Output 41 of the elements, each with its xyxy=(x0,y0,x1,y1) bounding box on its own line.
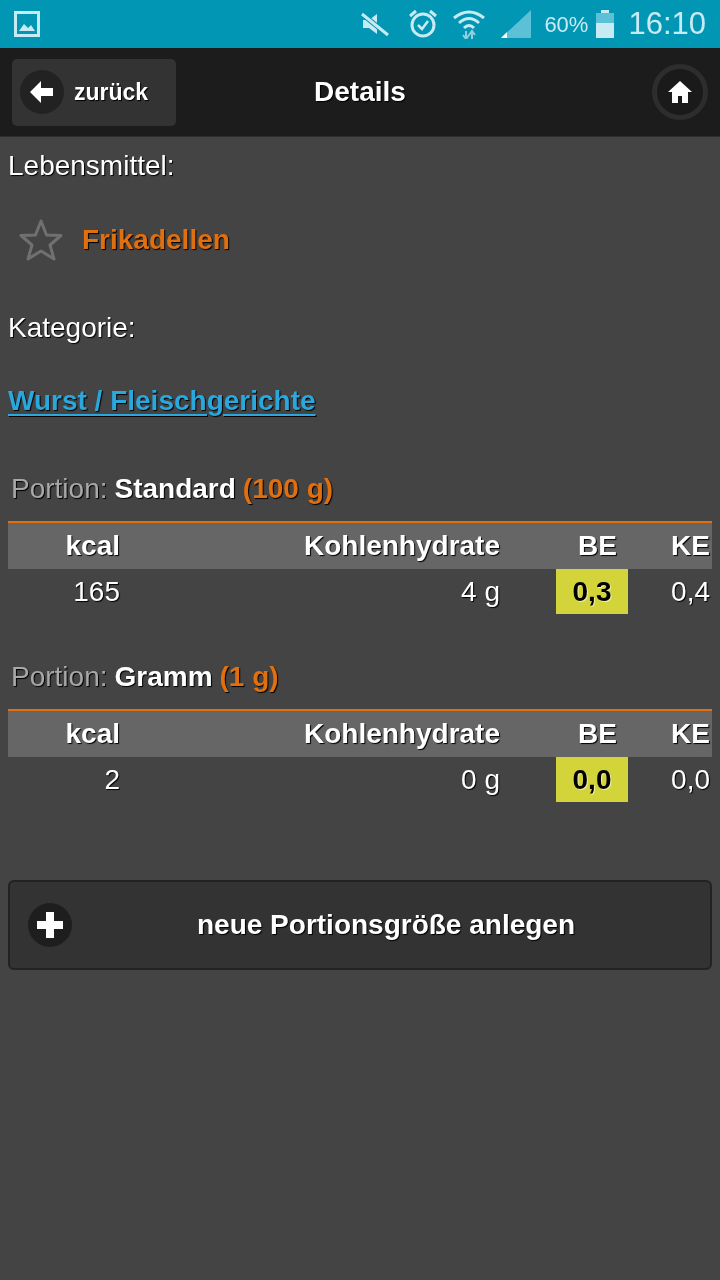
portion-name: Gramm xyxy=(114,660,213,694)
battery-icon xyxy=(596,10,615,38)
table-cell: 0,3 xyxy=(556,569,628,614)
home-button[interactable] xyxy=(652,64,708,120)
portion-size: (100 g) xyxy=(242,472,334,506)
table-cell-text: 2 xyxy=(104,762,120,797)
column-header: Kohlenhydrate xyxy=(303,717,500,751)
food-label: Lebensmittel: xyxy=(8,149,175,183)
column-header: BE xyxy=(578,529,617,563)
home-icon xyxy=(667,80,693,104)
alarm-clock-icon xyxy=(408,9,439,39)
back-button[interactable]: zurück xyxy=(12,58,176,126)
table-cell-text: 4 g xyxy=(461,574,500,609)
mute-icon xyxy=(360,11,391,37)
column-header: kcal xyxy=(65,529,120,563)
table-cell: 0,0 xyxy=(556,757,628,802)
page-title: Details xyxy=(314,75,406,109)
portion-label: Portion: xyxy=(11,472,108,506)
gallery-icon xyxy=(14,11,40,37)
favorite-star-icon[interactable] xyxy=(18,218,64,262)
add-portion-button[interactable]: neue Portionsgröße anlegen xyxy=(8,880,712,970)
table-cell-text: 165 xyxy=(73,574,120,609)
battery-percent: 60% xyxy=(544,10,589,39)
portion-name: Standard xyxy=(114,472,236,506)
column-header: BE xyxy=(578,717,617,751)
wifi-icon xyxy=(452,9,487,39)
column-header: Kohlenhydrate xyxy=(303,529,500,563)
food-name: Frikadellen xyxy=(82,223,230,257)
signal-icon xyxy=(500,9,533,39)
portion-label: Portion: xyxy=(11,660,108,694)
clock-time: 16:10 xyxy=(628,4,706,43)
table-cell-text: 0 g xyxy=(461,762,500,797)
table-cell-text: 0,4 xyxy=(671,574,710,609)
plus-icon xyxy=(28,903,72,947)
column-header: KE xyxy=(671,717,710,751)
table-cell-text: 0,0 xyxy=(671,762,710,797)
column-header: KE xyxy=(671,529,710,563)
portion-size: (1 g) xyxy=(219,660,279,694)
category-link[interactable]: Wurst / Fleischgerichte xyxy=(8,380,316,422)
column-header: kcal xyxy=(65,717,120,751)
category-label: Kategorie: xyxy=(8,311,136,345)
